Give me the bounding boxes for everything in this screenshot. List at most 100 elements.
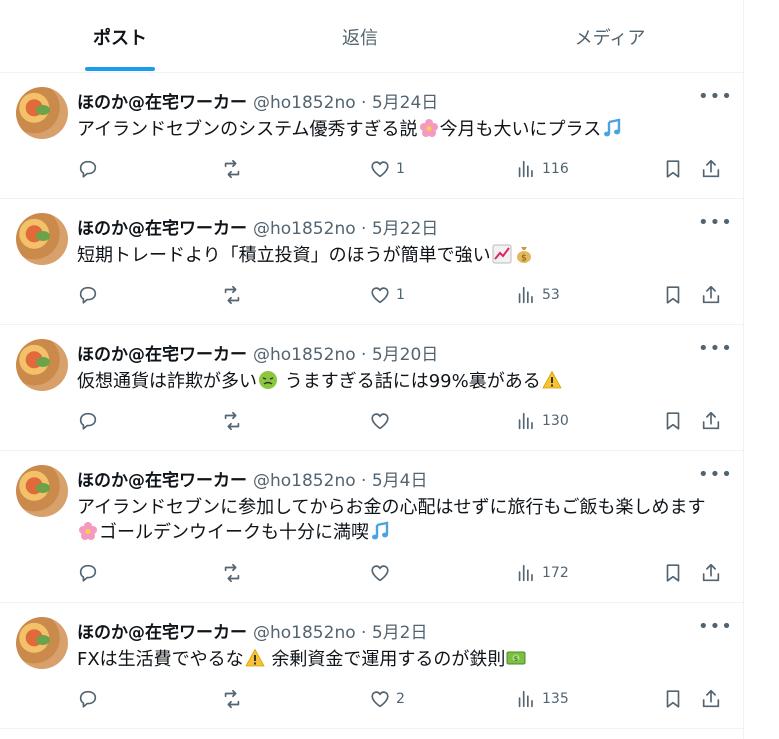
like-count: 1	[396, 287, 405, 303]
post[interactable]: ほのか@在宅ワーカー @ho1852no · 5月24日 ••• アイランドセブンのシ…	[0, 73, 744, 199]
post-text-segment: ゴールデンウイークも十分に満喫	[99, 522, 369, 543]
share-button[interactable]	[700, 156, 722, 182]
reply-icon	[77, 410, 99, 432]
repost-icon	[221, 410, 243, 432]
share-icon	[700, 158, 722, 180]
post-actions: 2 135	[0, 686, 744, 712]
bookmark-button[interactable]	[662, 156, 684, 182]
avatar[interactable]	[16, 465, 68, 517]
post-header: ほのか@在宅ワーカー @ho1852no · 5月4日	[77, 466, 427, 491]
avatar[interactable]	[16, 339, 68, 391]
bookmark-button[interactable]	[662, 560, 684, 586]
more-icon[interactable]: •••	[698, 340, 732, 361]
author-handle-date[interactable]: @ho1852no · 5月22日	[253, 214, 438, 239]
reply-icon	[77, 284, 99, 306]
views-count: 116	[542, 161, 569, 177]
share-icon	[700, 410, 722, 432]
repost-icon	[221, 158, 243, 180]
post-text-segment: 短期トレードより「積立投資」のほうが簡単で強い	[77, 245, 491, 266]
post[interactable]: ほのか@在宅ワーカー @ho1852no · 5月20日 ••• 仮想通貨は詐欺が多い…	[0, 325, 744, 451]
author-name[interactable]: ほのか@在宅ワーカー	[77, 214, 247, 239]
more-icon[interactable]: •••	[698, 466, 732, 487]
avatar[interactable]	[16, 213, 68, 265]
author-name[interactable]: ほのか@在宅ワーカー	[77, 88, 247, 113]
share-button[interactable]	[700, 686, 722, 712]
share-icon	[700, 284, 722, 306]
repost-button[interactable]	[221, 560, 243, 586]
heart-icon	[369, 688, 391, 710]
more-icon[interactable]: •••	[698, 88, 732, 109]
chart-up-icon	[492, 244, 512, 264]
nauseated-face-icon	[259, 371, 277, 389]
like-button[interactable]: 2	[369, 686, 405, 712]
views-button[interactable]: 130	[515, 408, 569, 434]
like-count: 1	[396, 161, 405, 177]
author-handle-date[interactable]: @ho1852no · 5月4日	[253, 466, 427, 491]
tab-replies[interactable]: 返信	[240, 0, 480, 73]
share-button[interactable]	[700, 408, 722, 434]
repost-icon	[221, 562, 243, 584]
views-chart-icon	[515, 562, 537, 584]
bookmark-button[interactable]	[662, 408, 684, 434]
post-header: ほのか@在宅ワーカー @ho1852no · 5月24日	[77, 88, 438, 113]
post-text: アイランドセブンに参加してからお金の心配はせずに旅行もご飯も楽しめますゴールデン…	[77, 495, 725, 545]
bookmark-icon	[662, 688, 684, 710]
reply-icon	[77, 158, 99, 180]
repost-icon	[221, 688, 243, 710]
author-handle-date[interactable]: @ho1852no · 5月2日	[253, 618, 427, 643]
share-icon	[700, 688, 722, 710]
views-chart-icon	[515, 158, 537, 180]
post[interactable]: ほのか@在宅ワーカー @ho1852no · 5月4日 ••• アイランドセブンに参加…	[0, 451, 744, 603]
avatar[interactable]	[16, 617, 68, 669]
author-name[interactable]: ほのか@在宅ワーカー	[77, 466, 247, 491]
heart-icon	[369, 410, 391, 432]
bookmark-button[interactable]	[662, 686, 684, 712]
heart-icon	[369, 562, 391, 584]
author-name[interactable]: ほのか@在宅ワーカー	[77, 340, 247, 365]
money-bag-icon: $	[516, 247, 531, 264]
repost-button[interactable]	[221, 408, 243, 434]
post-text-segment: 仮想通貨は詐欺が多い	[77, 371, 257, 392]
author-handle-date[interactable]: @ho1852no · 5月20日	[253, 340, 438, 365]
tab-media[interactable]: メディア	[490, 0, 730, 73]
like-button[interactable]: 1	[369, 156, 405, 182]
repost-button[interactable]	[221, 282, 243, 308]
warning-icon	[245, 648, 265, 667]
like-button[interactable]	[369, 408, 391, 434]
avatar[interactable]	[16, 87, 68, 139]
reply-button[interactable]	[77, 686, 99, 712]
views-button[interactable]: 135	[515, 686, 569, 712]
reply-button[interactable]	[77, 560, 99, 586]
like-button[interactable]: 1	[369, 282, 405, 308]
share-button[interactable]	[700, 282, 722, 308]
reply-button[interactable]	[77, 408, 99, 434]
views-button[interactable]: 116	[515, 156, 569, 182]
bookmark-icon	[662, 562, 684, 584]
views-button[interactable]: 53	[515, 282, 560, 308]
tab-posts[interactable]: ポスト	[0, 0, 240, 73]
reply-icon	[77, 688, 99, 710]
like-button[interactable]	[369, 560, 391, 586]
more-icon[interactable]: •••	[698, 214, 732, 235]
bookmark-button[interactable]	[662, 282, 684, 308]
share-button[interactable]	[700, 560, 722, 586]
post-header: ほのか@在宅ワーカー @ho1852no · 5月2日	[77, 618, 427, 643]
repost-button[interactable]	[221, 686, 243, 712]
bookmark-icon	[662, 284, 684, 306]
repost-button[interactable]	[221, 156, 243, 182]
post[interactable]: ほのか@在宅ワーカー @ho1852no · 5月22日 ••• 短期トレードより「積…	[0, 199, 744, 325]
author-handle-date[interactable]: @ho1852no · 5月24日	[253, 88, 438, 113]
reply-button[interactable]	[77, 156, 99, 182]
more-icon[interactable]: •••	[698, 618, 732, 639]
post-header: ほのか@在宅ワーカー @ho1852no · 5月20日	[77, 340, 438, 365]
views-count: 172	[542, 565, 569, 581]
heart-icon	[369, 158, 391, 180]
views-count: 135	[542, 691, 569, 707]
post[interactable]: ほのか@在宅ワーカー @ho1852no · 5月2日 ••• FXは生活費でやるな …	[0, 603, 744, 729]
author-name[interactable]: ほのか@在宅ワーカー	[77, 618, 247, 643]
reply-button[interactable]	[77, 282, 99, 308]
reply-icon	[77, 562, 99, 584]
views-count: 130	[542, 413, 569, 429]
post-text-segment: アイランドセブンに参加してからお金の心配はせずに旅行もご飯も楽しめます	[77, 497, 706, 518]
views-button[interactable]: 172	[515, 560, 569, 586]
